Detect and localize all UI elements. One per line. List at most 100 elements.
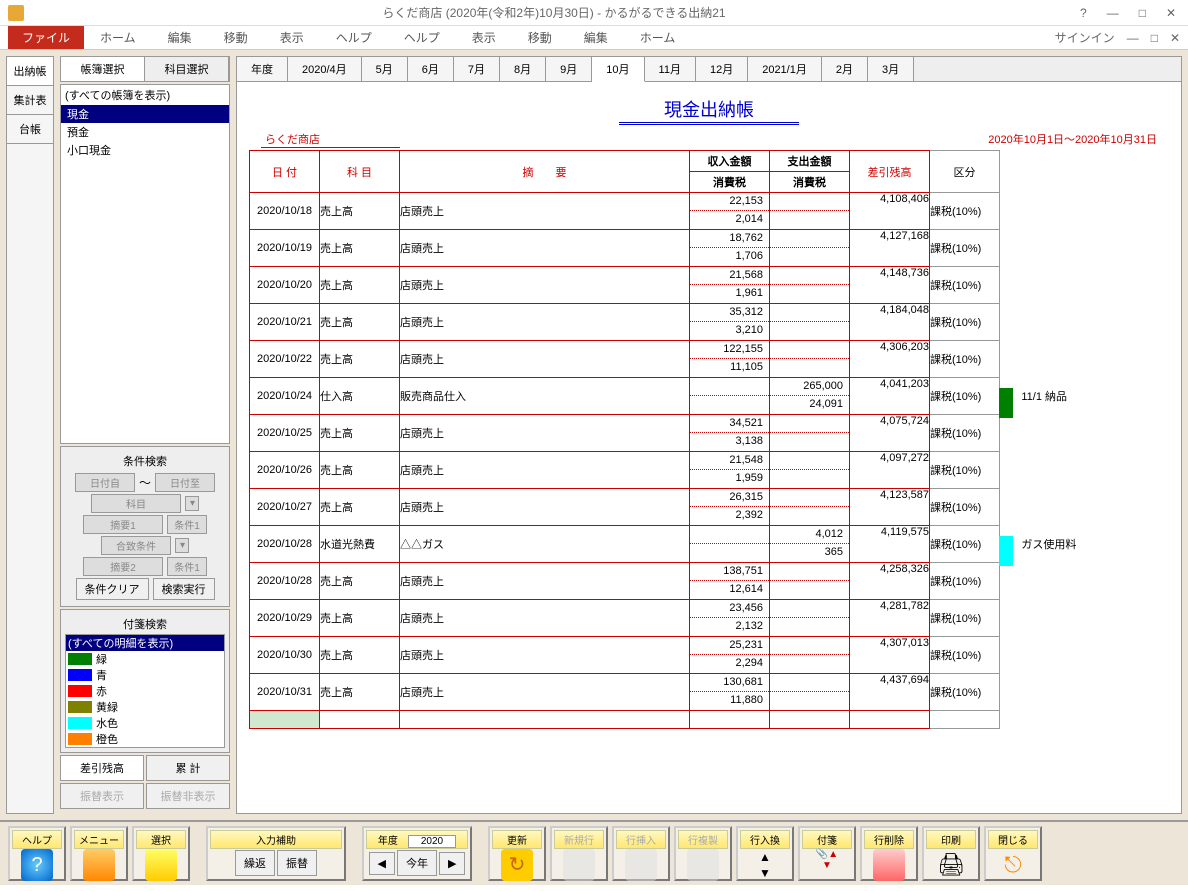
cell-income-tax[interactable]: 3,210 — [690, 322, 769, 340]
table-row[interactable]: 2020/10/28 売上高 店頭売上 138,75112,614 4,258,… — [250, 563, 1000, 600]
cell-date[interactable]: 2020/10/28 — [250, 526, 320, 563]
cell-desc[interactable]: 店頭売上 — [400, 563, 690, 600]
cell-subject[interactable]: 売上高 — [320, 563, 400, 600]
exit-icon[interactable]: ⎋ — [997, 849, 1029, 881]
cell-balance[interactable]: 4,075,724 — [850, 415, 930, 452]
cell-balance[interactable]: 4,437,694 — [850, 674, 930, 711]
cell-expense-tax[interactable] — [770, 655, 849, 673]
cell-expense[interactable] — [770, 452, 849, 470]
table-row[interactable]: 2020/10/29 売上高 店頭売上 23,4562,132 4,281,78… — [250, 600, 1000, 637]
cell-expense[interactable] — [770, 304, 849, 322]
period-tab[interactable]: 9月 — [546, 57, 592, 81]
cell-income-tax[interactable]: 2,294 — [690, 655, 769, 673]
left-tab[interactable]: 集計表 — [7, 86, 53, 115]
close-button[interactable]: ✕ — [1162, 4, 1180, 22]
this-year-button[interactable]: 今年 — [397, 850, 437, 876]
ribbon-tab[interactable]: ホーム — [84, 26, 152, 49]
cell-category[interactable]: 課税(10%) — [930, 415, 1000, 452]
cell-expense[interactable] — [770, 341, 849, 359]
cell-balance[interactable]: 4,184,048 — [850, 304, 930, 341]
cell-income-tax[interactable]: 3,138 — [690, 433, 769, 451]
ledger-list-item[interactable]: 預金 — [61, 123, 229, 141]
cell-balance[interactable]: 4,307,013 — [850, 637, 930, 674]
cell-date[interactable]: 2020/10/28 — [250, 563, 320, 600]
cell-balance[interactable]: 4,041,203 — [850, 378, 930, 415]
ribbon-tab[interactable]: ヘルプ — [388, 26, 456, 49]
ribbon-tab[interactable]: 移動 — [208, 26, 264, 49]
empty-row[interactable] — [250, 711, 1000, 729]
cell-expense-tax[interactable] — [770, 470, 849, 488]
cell-income-tax[interactable]: 2,132 — [690, 618, 769, 636]
cell-balance[interactable]: 4,123,587 — [850, 489, 930, 526]
cell-subject[interactable]: 売上高 — [320, 489, 400, 526]
cell-expense-tax[interactable] — [770, 322, 849, 340]
cell-date[interactable]: 2020/10/30 — [250, 637, 320, 674]
subject-input[interactable]: 科目 — [91, 494, 181, 513]
period-tab[interactable]: 7月 — [454, 57, 500, 81]
period-tab[interactable]: 5月 — [362, 57, 408, 81]
cell-date[interactable]: 2020/10/20 — [250, 267, 320, 304]
period-tab[interactable]: 年度 — [237, 57, 288, 81]
cell-category[interactable]: 課税(10%) — [930, 341, 1000, 378]
table-row[interactable]: 2020/10/22 売上高 店頭売上 122,15511,105 4,306,… — [250, 341, 1000, 378]
cell-date[interactable]: 2020/10/22 — [250, 341, 320, 378]
ribbon-restore-icon[interactable]: □ — [1151, 31, 1158, 45]
cell-date[interactable]: 2020/10/31 — [250, 674, 320, 711]
ledger-list-item[interactable]: 現金 — [61, 105, 229, 123]
cell-income-tax[interactable] — [690, 544, 769, 562]
cell-subject[interactable]: 売上高 — [320, 637, 400, 674]
cell-expense[interactable] — [770, 193, 849, 211]
table-row[interactable]: 2020/10/20 売上高 店頭売上 21,5681,961 4,148,73… — [250, 267, 1000, 304]
cell-income[interactable]: 18,762 — [690, 230, 769, 248]
cell-date[interactable]: 2020/10/18 — [250, 193, 320, 230]
cell-income-tax[interactable]: 2,014 — [690, 211, 769, 229]
show-transfer-button[interactable]: 振替表示 — [60, 783, 144, 809]
cell-subject[interactable]: 売上高 — [320, 193, 400, 230]
cell-expense-tax[interactable] — [770, 248, 849, 266]
cell-expense-tax[interactable] — [770, 692, 849, 710]
cell-date[interactable]: 2020/10/21 — [250, 304, 320, 341]
cell-category[interactable]: 課税(10%) — [930, 563, 1000, 600]
cell-desc[interactable]: 店頭売上 — [400, 267, 690, 304]
sidebar-tab[interactable]: 科目選択 — [145, 57, 229, 81]
table-row[interactable]: 2020/10/19 売上高 店頭売上 18,7621,706 4,127,16… — [250, 230, 1000, 267]
sidebar-tab[interactable]: 帳簿選択 — [61, 57, 145, 81]
ribbon-tab[interactable]: 移動 — [512, 26, 568, 49]
cell-desc[interactable]: 店頭売上 — [400, 304, 690, 341]
period-tab[interactable]: 3月 — [868, 57, 914, 81]
cell-income[interactable]: 122,155 — [690, 341, 769, 359]
cond1-select[interactable]: 条件1 — [167, 515, 207, 534]
minimize-button[interactable]: — — [1103, 4, 1123, 22]
period-tab[interactable]: 2020/4月 — [288, 57, 362, 81]
cell-expense[interactable] — [770, 415, 849, 433]
tag-item[interactable]: 緑 — [66, 651, 224, 667]
table-row[interactable]: 2020/10/21 売上高 店頭売上 35,3123,210 4,184,04… — [250, 304, 1000, 341]
cell-desc[interactable]: 店頭売上 — [400, 230, 690, 267]
left-tab[interactable]: 出納帳 — [7, 57, 53, 86]
cell-desc[interactable]: △△ガス — [400, 526, 690, 563]
cell-income[interactable]: 22,153 — [690, 193, 769, 211]
tag-icon[interactable]: 📎▲▼ — [811, 849, 843, 881]
table-row[interactable]: 2020/10/18 売上高 店頭売上 22,1532,014 4,108,40… — [250, 193, 1000, 230]
signin-link[interactable]: サインイン — [1055, 29, 1115, 46]
date-from-input[interactable]: 日付自 — [75, 473, 135, 492]
ledger-list-item[interactable]: 小口現金 — [61, 141, 229, 159]
table-row[interactable]: 2020/10/25 売上高 店頭売上 34,5213,138 4,075,72… — [250, 415, 1000, 452]
cell-desc[interactable]: 販売商品仕入 — [400, 378, 690, 415]
cell-desc[interactable]: 店頭売上 — [400, 637, 690, 674]
repeat-button[interactable]: 繰返 — [235, 850, 275, 876]
desc1-input[interactable]: 摘要1 — [83, 515, 163, 534]
cell-desc[interactable]: 店頭売上 — [400, 452, 690, 489]
cell-expense-tax[interactable]: 365 — [770, 544, 849, 562]
cell-income[interactable]: 130,681 — [690, 674, 769, 692]
cell-income-tax[interactable]: 1,706 — [690, 248, 769, 266]
cell-expense-tax[interactable]: 24,091 — [770, 396, 849, 414]
cell-subject[interactable]: 売上高 — [320, 341, 400, 378]
date-to-input[interactable]: 日付至 — [155, 473, 215, 492]
cell-subject[interactable]: 水道光熱費 — [320, 526, 400, 563]
refresh-icon[interactable]: ↻ — [501, 849, 533, 881]
maximize-button[interactable]: □ — [1135, 4, 1150, 22]
cell-desc[interactable]: 店頭売上 — [400, 415, 690, 452]
cell-balance[interactable]: 4,127,168 — [850, 230, 930, 267]
period-tab[interactable]: 2月 — [822, 57, 868, 81]
